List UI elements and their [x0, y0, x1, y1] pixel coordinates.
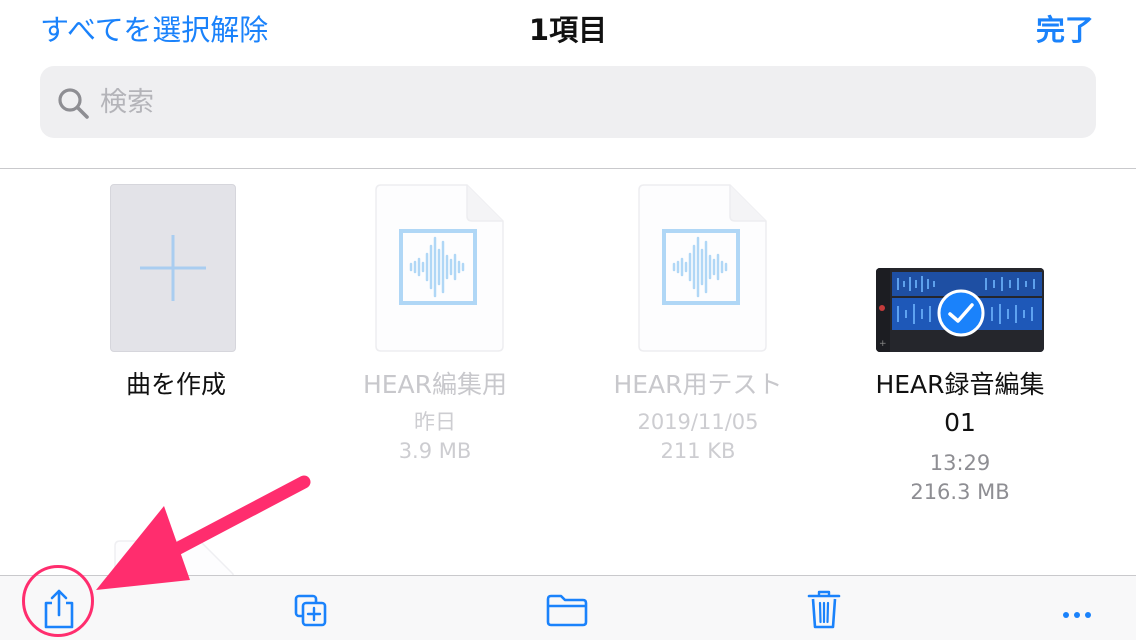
duplicate-icon[interactable] [288, 586, 334, 632]
file-name: 曲を作成 [125, 370, 226, 399]
file-size: 216.3 MB [910, 480, 1010, 504]
plus-icon [140, 235, 206, 301]
file-size: 3.9 MB [398, 439, 472, 463]
file-name: HEAR録音編集 [875, 370, 1045, 399]
file-name: HEAR用テスト [613, 370, 783, 399]
done-button[interactable]: 完了 [1036, 12, 1094, 48]
search-input[interactable] [100, 66, 1080, 138]
navigation-bar: すべてを選択解除 1項目 完了 [0, 0, 1136, 62]
search-icon [58, 88, 89, 119]
file-date: 昨日 [414, 410, 456, 434]
file-size: 211 KB [660, 439, 736, 463]
trash-icon[interactable] [801, 586, 847, 632]
divider [0, 168, 1136, 169]
file-date: 13:29 [929, 451, 991, 475]
audio-file-icon [114, 540, 234, 580]
file-date: 2019/11/05 [637, 410, 759, 434]
files-browser: すべてを選択解除 1項目 完了 曲を作成 [0, 0, 1136, 640]
svg-text:+: + [879, 339, 887, 349]
project-thumbnail[interactable]: + [876, 268, 1044, 352]
search-bar[interactable] [40, 66, 1096, 138]
audio-file-icon [638, 184, 767, 352]
selected-checkmark-icon [937, 289, 985, 337]
folder-icon[interactable] [544, 586, 590, 632]
file-name-line2: 01 [944, 408, 976, 437]
selection-count-title: 1項目 [528, 13, 608, 47]
annotation-circle [22, 565, 94, 637]
audio-file-icon [375, 184, 504, 352]
file-name: HEAR編集用 [362, 370, 508, 399]
bottom-toolbar [0, 575, 1136, 640]
create-song-button[interactable] [110, 184, 236, 352]
more-icon[interactable] [1054, 586, 1100, 632]
